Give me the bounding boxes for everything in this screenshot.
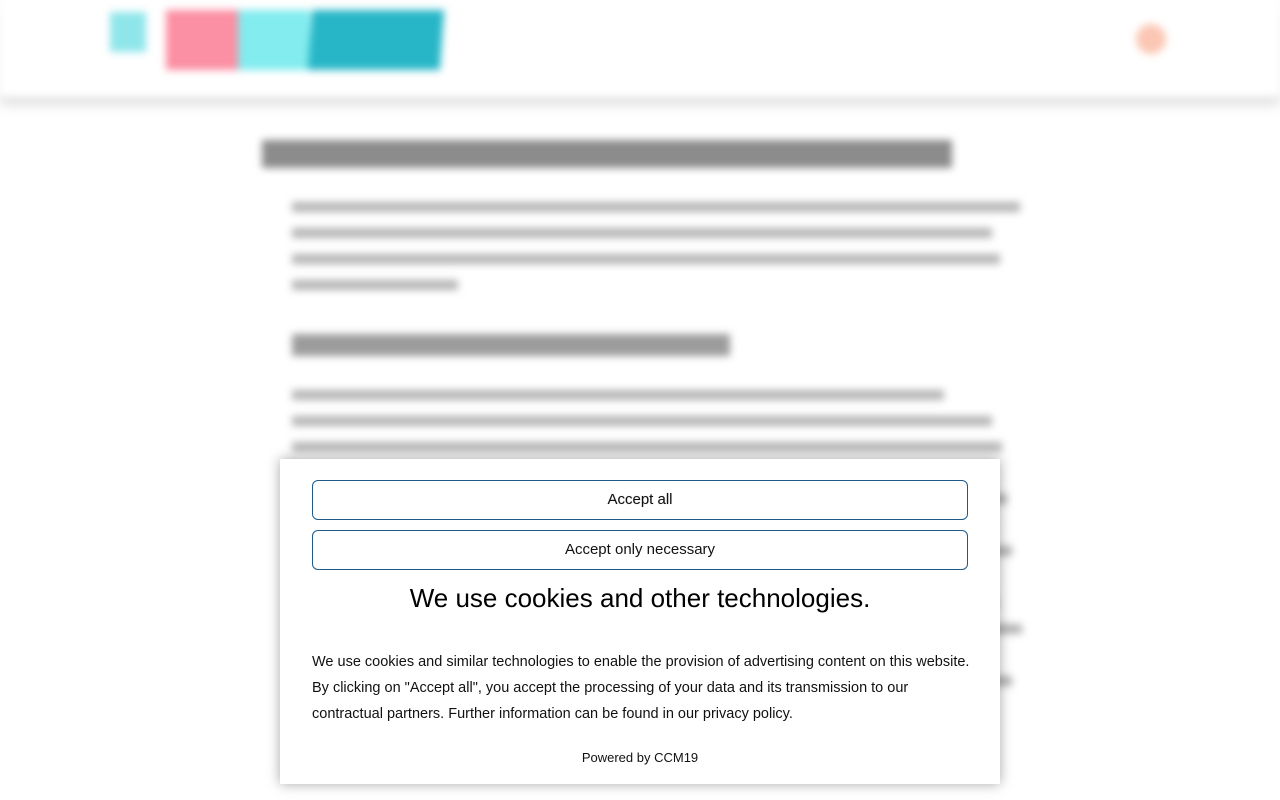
article-heading bbox=[262, 140, 952, 168]
powered-by-prefix: Powered by bbox=[581, 750, 655, 765]
article-paragraph bbox=[292, 202, 1032, 290]
ccm19-link[interactable]: CCM19 bbox=[654, 750, 698, 765]
powered-by-footer: Powered by CCM19 bbox=[280, 750, 1000, 765]
article-subheading bbox=[292, 334, 730, 356]
menu-icon bbox=[1136, 24, 1166, 54]
site-logo bbox=[106, 10, 446, 70]
cookie-dialog-title: We use cookies and other technologies. bbox=[409, 583, 871, 613]
accept-all-button[interactable]: Accept all bbox=[312, 480, 968, 520]
site-header bbox=[0, 0, 1280, 99]
cookie-consent-dialog: Accept all Accept only necessary We use … bbox=[280, 459, 1000, 784]
cookie-dialog-description: We use cookies and similar technologies … bbox=[312, 654, 970, 722]
accept-only-necessary-button[interactable]: Accept only necessary bbox=[312, 530, 968, 570]
